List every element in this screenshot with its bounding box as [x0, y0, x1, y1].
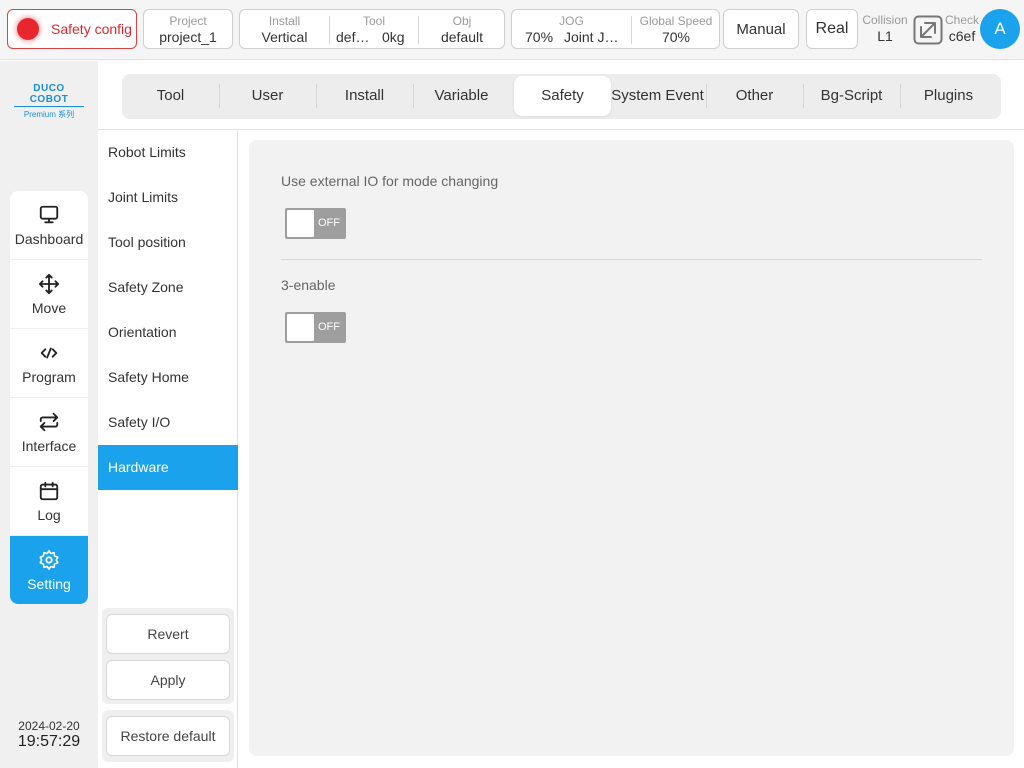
tool-section[interactable]: Tool def… 0kg: [330, 10, 418, 50]
revert-button[interactable]: Revert: [106, 614, 230, 654]
toggle-knob: [287, 314, 314, 341]
external-io-toggle[interactable]: OFF: [285, 208, 346, 239]
manual-mode-button[interactable]: Manual: [723, 9, 799, 49]
tab-bg-script[interactable]: Bg-Script: [803, 74, 900, 119]
revert-apply-group: Revert Apply: [102, 608, 234, 704]
nav-label-setting: Setting: [27, 576, 71, 592]
fullscreen-icon[interactable]: [913, 15, 943, 45]
real-label: Real: [815, 20, 849, 37]
jog-label: JOG: [559, 14, 584, 28]
restore-default-button[interactable]: Restore default: [106, 716, 230, 756]
code-icon: [40, 347, 58, 358]
nav-label-program: Program: [22, 368, 76, 385]
safety-submenu: Robot Limits Joint Limits Tool position …: [98, 130, 238, 768]
tab-system-event[interactable]: System Event: [609, 74, 706, 119]
manual-label: Manual: [736, 21, 786, 38]
nav-label-log: Log: [37, 506, 61, 523]
section-divider: [281, 259, 982, 260]
check-value: c6ef: [948, 28, 976, 44]
speed-panel[interactable]: JOG 70% Joint J… Global Speed 70%: [511, 9, 720, 49]
tab-other[interactable]: Other: [706, 74, 803, 119]
submenu-item-tool-position[interactable]: Tool position: [98, 220, 238, 265]
global-speed-section[interactable]: Global Speed 70%: [632, 10, 720, 50]
nav-item-log[interactable]: Log: [10, 467, 88, 536]
real-mode-button[interactable]: Real: [806, 9, 858, 49]
top-status-bar: Safety config Project project_1 Install …: [0, 0, 1024, 60]
jog-section[interactable]: JOG 70% Joint J…: [512, 10, 631, 50]
calendar-icon: [39, 481, 59, 500]
nav-label-dashboard: Dashboard: [14, 230, 84, 247]
safety-config-button[interactable]: Safety config: [7, 9, 137, 49]
tab-tool[interactable]: Tool: [122, 74, 219, 119]
settings-tab-bar: Tool User Install Variable Safety System…: [122, 74, 1001, 119]
user-avatar[interactable]: A: [980, 9, 1020, 49]
swap-arrows-icon: [39, 412, 59, 431]
tool-label: Tool: [362, 14, 385, 28]
nav-label-move: Move: [31, 299, 67, 316]
submenu-item-safety-zone[interactable]: Safety Zone: [98, 265, 238, 310]
monitor-icon: [39, 205, 59, 223]
submenu-item-robot-limits[interactable]: Robot Limits: [98, 130, 238, 175]
jog-mode: Joint J…: [564, 29, 619, 45]
apply-button[interactable]: Apply: [106, 660, 230, 700]
hardware-settings-panel: Use external IO for mode changing OFF 3-…: [249, 140, 1014, 756]
install-section[interactable]: Install Vertical: [240, 10, 329, 50]
nav-item-program[interactable]: Program: [10, 329, 88, 398]
nav-item-interface[interactable]: Interface: [10, 398, 88, 467]
tab-user[interactable]: User: [219, 74, 316, 119]
project-label: Project: [169, 14, 207, 28]
tab-variable[interactable]: Variable: [413, 74, 510, 119]
three-enable-state: OFF: [318, 321, 340, 333]
obj-label: Obj: [452, 14, 472, 28]
duco-logo: DUCO COBOT Premium 系列: [14, 83, 84, 120]
logo-main-text: DUCO COBOT: [14, 83, 84, 107]
jog-percent: 70%: [525, 29, 554, 45]
check-label: Check: [944, 13, 979, 27]
toggle-knob: [287, 210, 314, 237]
tab-plugins[interactable]: Plugins: [900, 74, 997, 119]
install-value: Vertical: [261, 29, 308, 45]
collision-value[interactable]: L1: [860, 28, 910, 44]
tab-safety[interactable]: Safety: [514, 76, 611, 116]
left-navigation: DUCO COBOT Premium 系列 Dashboard Move Pro…: [0, 61, 98, 768]
nav-item-dashboard[interactable]: Dashboard: [10, 191, 88, 260]
move-arrows-icon: [38, 273, 60, 294]
restore-group: Restore default: [102, 710, 234, 762]
global-speed-value: 70%: [661, 29, 691, 45]
main-nav-group: Dashboard Move Program Interface Log Set…: [10, 191, 88, 604]
three-enable-label: 3-enable: [281, 277, 336, 293]
gear-icon: [39, 550, 59, 570]
nav-label-interface: Interface: [21, 437, 77, 454]
obj-section[interactable]: Obj default: [419, 10, 505, 50]
obj-value: default: [440, 29, 484, 45]
global-speed-label: Global Speed: [639, 14, 713, 28]
tool-weight: 0kg: [382, 29, 405, 45]
install-label: Install: [268, 14, 301, 28]
three-enable-toggle[interactable]: OFF: [285, 312, 346, 343]
logo-sub-text: Premium 系列: [23, 110, 75, 119]
safety-config-label: Safety config: [51, 21, 132, 37]
tool-name: def…: [336, 29, 370, 45]
external-io-state: OFF: [318, 217, 340, 229]
tab-install[interactable]: Install: [316, 74, 413, 119]
nav-item-move[interactable]: Move: [10, 260, 88, 329]
submenu-item-orientation[interactable]: Orientation: [98, 310, 238, 355]
current-time: 19:57:29: [17, 733, 81, 750]
submenu-item-safety-home[interactable]: Safety Home: [98, 355, 238, 400]
safety-status-icon: [17, 18, 39, 40]
submenu-item-hardware[interactable]: Hardware: [98, 445, 238, 490]
external-io-label: Use external IO for mode changing: [281, 173, 499, 189]
project-value: project_1: [159, 29, 217, 45]
current-date: 2024-02-20: [18, 719, 80, 733]
project-selector[interactable]: Project project_1: [143, 9, 233, 49]
install-tool-obj-panel[interactable]: Install Vertical Tool def… 0kg Obj defau…: [239, 9, 505, 49]
collision-label: Collision: [862, 13, 908, 27]
nav-item-setting[interactable]: Setting: [10, 536, 88, 604]
submenu-item-joint-limits[interactable]: Joint Limits: [98, 175, 238, 220]
submenu-item-safety-io[interactable]: Safety I/O: [98, 400, 238, 445]
